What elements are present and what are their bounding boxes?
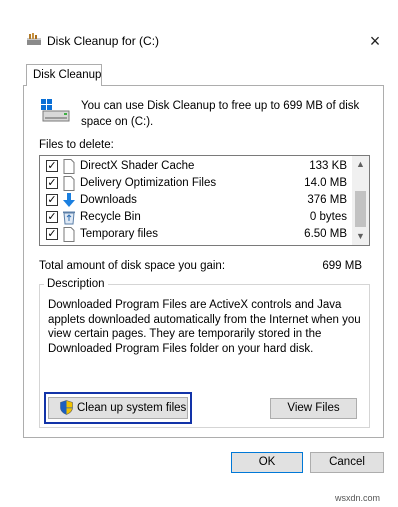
file-name: Temporary files (80, 228, 158, 240)
files-to-delete-label: Files to delete: (39, 139, 114, 151)
file-name: Downloads (80, 194, 137, 206)
checkbox[interactable]: ✓ (46, 194, 58, 206)
file-size: 14.0 MB (304, 177, 347, 189)
checkbox[interactable]: ✓ (46, 160, 58, 172)
cleanup-system-files-button[interactable]: Clean up system files (48, 397, 188, 419)
list-item[interactable]: ✓ DirectX Shader Cache 133 KB (40, 158, 353, 175)
file-icon (63, 159, 75, 174)
file-name: DirectX Shader Cache (80, 160, 195, 172)
disk-cleanup-icon (27, 33, 41, 45)
scrollbar[interactable]: ▲ ▼ (352, 156, 369, 245)
scroll-down-icon[interactable]: ▼ (352, 228, 369, 245)
scroll-up-icon[interactable]: ▲ (352, 156, 369, 173)
file-icon (63, 176, 75, 191)
file-size: 376 MB (307, 194, 347, 206)
cleanup-system-files-label: Clean up system files (77, 402, 187, 414)
description-legend: Description (44, 278, 108, 290)
hard-drive-icon (41, 99, 70, 122)
uac-shield-icon (60, 400, 73, 415)
scroll-thumb[interactable] (355, 191, 366, 227)
total-value: 699 MB (322, 260, 362, 272)
file-size: 0 bytes (309, 211, 347, 223)
files-listbox[interactable]: ✓ DirectX Shader Cache 133 KB ✓ Delivery… (39, 155, 370, 246)
checkbox[interactable]: ✓ (46, 177, 58, 189)
tab-disk-cleanup[interactable]: Disk Cleanup (26, 64, 102, 86)
checkbox[interactable]: ✓ (46, 211, 58, 223)
download-arrow-icon (63, 193, 75, 207)
list-item[interactable]: ✓ Delivery Optimization Files 14.0 MB (40, 175, 353, 192)
title-bar (0, 0, 398, 60)
file-icon (63, 227, 75, 242)
file-size: 6.50 MB (304, 228, 347, 240)
total-label: Total amount of disk space you gain: (39, 260, 226, 272)
description-text: Downloaded Program Files are ActiveX con… (48, 299, 361, 355)
recycle-bin-icon (63, 211, 75, 225)
file-size: 133 KB (309, 160, 347, 172)
intro-text: You can use Disk Cleanup to free up to 6… (81, 100, 360, 128)
file-name: Delivery Optimization Files (80, 177, 217, 189)
list-item[interactable]: ✓ Recycle Bin 0 bytes (40, 209, 353, 226)
checkbox[interactable]: ✓ (46, 228, 58, 240)
window-title: Disk Cleanup for (C:) (47, 34, 160, 48)
cancel-button[interactable]: Cancel (310, 452, 384, 473)
watermark: wsxdn.com (335, 493, 381, 503)
view-files-button[interactable]: View Files (270, 398, 357, 419)
close-button[interactable]: × (362, 28, 388, 54)
list-item[interactable]: ✓ Temporary files 6.50 MB (40, 226, 353, 243)
file-name: Recycle Bin (80, 211, 141, 223)
list-item[interactable]: ✓ Downloads 376 MB (40, 192, 353, 209)
ok-button[interactable]: OK (231, 452, 303, 473)
